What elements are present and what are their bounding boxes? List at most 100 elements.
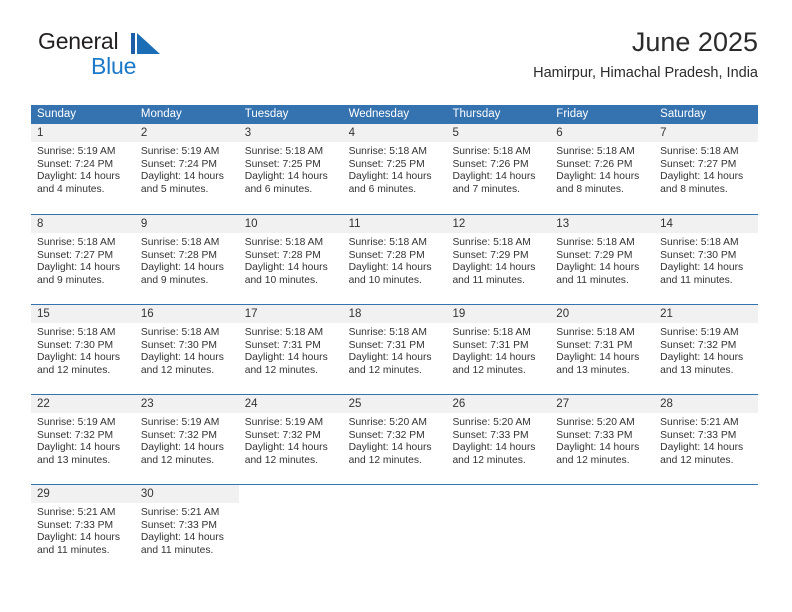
daylight-text-line1: Daylight: 14 hours xyxy=(660,262,744,274)
day-number: 14 xyxy=(660,218,673,230)
daylight-text-line1: Daylight: 14 hours xyxy=(660,352,744,364)
day-number: 26 xyxy=(452,398,466,410)
day-number-band: 8 xyxy=(31,215,135,233)
day-cell[interactable]: 20 Sunrise: 5:18 AM Sunset: 7:31 PM Dayl… xyxy=(550,305,655,394)
day-details: Sunrise: 5:18 AM Sunset: 7:29 PM Dayligh… xyxy=(550,233,654,287)
daylight-text-line1: Daylight: 14 hours xyxy=(37,352,120,364)
day-cell[interactable]: 28 Sunrise: 5:21 AM Sunset: 7:33 PM Dayl… xyxy=(654,395,759,484)
daylight-text-line2: and 12 minutes. xyxy=(244,454,318,466)
sunset-text: Sunset: 7:28 PM xyxy=(140,249,217,261)
day-cell[interactable]: 14 Sunrise: 5:18 AM Sunset: 7:30 PM Dayl… xyxy=(654,215,759,304)
daylight-text-line1: Daylight: 14 hours xyxy=(348,171,432,183)
sunset-text: Sunset: 7:31 PM xyxy=(348,339,425,351)
day-number-band xyxy=(550,485,654,503)
sunset-text: Sunset: 7:30 PM xyxy=(660,249,737,261)
day-details: Sunrise: 5:18 AM Sunset: 7:31 PM Dayligh… xyxy=(550,323,654,377)
day-cell[interactable]: 15 Sunrise: 5:18 AM Sunset: 7:30 PM Dayl… xyxy=(31,305,135,394)
day-number-band: 19 xyxy=(446,305,551,323)
day-cell[interactable]: 13 Sunrise: 5:18 AM Sunset: 7:29 PM Dayl… xyxy=(550,215,655,304)
day-cell[interactable]: 25 Sunrise: 5:20 AM Sunset: 7:32 PM Dayl… xyxy=(342,395,447,484)
day-cell[interactable]: 29 Sunrise: 5:21 AM Sunset: 7:33 PM Dayl… xyxy=(31,485,135,568)
day-cell[interactable]: 19 Sunrise: 5:18 AM Sunset: 7:31 PM Dayl… xyxy=(446,305,551,394)
day-details: Sunrise: 5:21 AM Sunset: 7:33 PM Dayligh… xyxy=(654,413,758,467)
day-cell[interactable]: 7 Sunrise: 5:18 AM Sunset: 7:27 PM Dayli… xyxy=(654,124,759,214)
daylight-text-line1: Daylight: 14 hours xyxy=(140,171,224,183)
day-number: 4 xyxy=(348,127,355,139)
day-cell[interactable]: 3 Sunrise: 5:18 AM Sunset: 7:25 PM Dayli… xyxy=(238,124,343,214)
daylight-text-line2: and 4 minutes. xyxy=(37,183,105,195)
day-cell[interactable]: 1 Sunrise: 5:19 AM Sunset: 7:24 PM Dayli… xyxy=(31,124,135,214)
day-cell[interactable]: 26 Sunrise: 5:20 AM Sunset: 7:33 PM Dayl… xyxy=(446,395,551,484)
day-cell[interactable]: 23 Sunrise: 5:19 AM Sunset: 7:32 PM Dayl… xyxy=(134,395,239,484)
sunset-text: Sunset: 7:26 PM xyxy=(556,158,633,170)
weekday-header-wednesday: Wednesday xyxy=(348,108,410,120)
day-cell[interactable]: 10 Sunrise: 5:18 AM Sunset: 7:28 PM Dayl… xyxy=(238,215,343,304)
daylight-text-line1: Daylight: 14 hours xyxy=(660,442,744,454)
sunset-text: Sunset: 7:33 PM xyxy=(140,519,217,531)
daylight-text-line1: Daylight: 14 hours xyxy=(37,262,120,274)
day-cell[interactable]: 9 Sunrise: 5:18 AM Sunset: 7:28 PM Dayli… xyxy=(134,215,239,304)
day-cell[interactable]: 27 Sunrise: 5:20 AM Sunset: 7:33 PM Dayl… xyxy=(550,395,655,484)
day-details: Sunrise: 5:19 AM Sunset: 7:32 PM Dayligh… xyxy=(135,413,239,467)
day-number-band xyxy=(239,485,343,503)
day-number: 24 xyxy=(244,398,258,410)
sunrise-text: Sunrise: 5:18 AM xyxy=(660,237,739,248)
daylight-text-line2: and 12 minutes. xyxy=(348,454,422,466)
day-number-band: 9 xyxy=(134,215,239,233)
daylight-text-line1: Daylight: 14 hours xyxy=(140,532,224,544)
day-number: 6 xyxy=(556,127,563,139)
weekday-header-friday: Friday xyxy=(556,108,589,120)
day-number: 19 xyxy=(452,308,466,320)
day-cell[interactable]: 8 Sunrise: 5:18 AM Sunset: 7:27 PM Dayli… xyxy=(31,215,135,304)
day-cell[interactable]: 2 Sunrise: 5:19 AM Sunset: 7:24 PM Dayli… xyxy=(134,124,239,214)
day-cell[interactable]: 4 Sunrise: 5:18 AM Sunset: 7:25 PM Dayli… xyxy=(342,124,447,214)
sunset-text: Sunset: 7:31 PM xyxy=(244,339,321,351)
daylight-text-line1: Daylight: 14 hours xyxy=(452,262,536,274)
day-number-band: 13 xyxy=(550,215,655,233)
daylight-text-line2: and 11 minutes. xyxy=(140,544,214,556)
sunset-text: Sunset: 7:24 PM xyxy=(140,158,217,170)
sunrise-text: Sunrise: 5:18 AM xyxy=(556,237,635,248)
daylight-text-line1: Daylight: 14 hours xyxy=(140,352,224,364)
calendar-page: General Blue June 2025 Hamirpur, Himacha… xyxy=(0,0,792,612)
day-cell[interactable]: 30 Sunrise: 5:21 AM Sunset: 7:33 PM Dayl… xyxy=(134,485,239,568)
day-details: Sunrise: 5:18 AM Sunset: 7:30 PM Dayligh… xyxy=(135,323,239,377)
daylight-text-line2: and 5 minutes. xyxy=(140,183,209,195)
brand-logo[interactable]: General Blue xyxy=(31,26,231,88)
day-cell[interactable]: 11 Sunrise: 5:18 AM Sunset: 7:28 PM Dayl… xyxy=(342,215,447,304)
daylight-text-line2: and 10 minutes. xyxy=(348,274,422,286)
daylight-text-line1: Daylight: 14 hours xyxy=(660,171,744,183)
weekday-header-tuesday: Tuesday xyxy=(244,108,289,120)
sunrise-text: Sunrise: 5:18 AM xyxy=(348,146,427,157)
daylight-text-line1: Daylight: 14 hours xyxy=(556,171,640,183)
day-cell[interactable]: 17 Sunrise: 5:18 AM Sunset: 7:31 PM Dayl… xyxy=(238,305,343,394)
daylight-text-line2: and 12 minutes. xyxy=(140,454,215,466)
day-cell[interactable]: 24 Sunrise: 5:19 AM Sunset: 7:32 PM Dayl… xyxy=(238,395,343,484)
daylight-text-line1: Daylight: 14 hours xyxy=(556,262,640,274)
day-cell-empty xyxy=(446,485,550,568)
day-cell[interactable]: 12 Sunrise: 5:18 AM Sunset: 7:29 PM Dayl… xyxy=(446,215,551,304)
day-cell[interactable]: 22 Sunrise: 5:19 AM Sunset: 7:32 PM Dayl… xyxy=(31,395,135,484)
daylight-text-line2: and 7 minutes. xyxy=(452,183,520,195)
day-number: 3 xyxy=(244,127,252,139)
daylight-text-line2: and 9 minutes. xyxy=(37,274,105,286)
sunrise-text: Sunrise: 5:20 AM xyxy=(556,417,635,428)
daylight-text-line2: and 6 minutes. xyxy=(244,183,313,195)
triangle-flag-icon xyxy=(131,33,161,55)
day-number-band: 3 xyxy=(238,124,343,142)
sunset-text: Sunset: 7:30 PM xyxy=(37,339,114,351)
sunrise-text: Sunrise: 5:18 AM xyxy=(348,237,427,248)
sunrise-text: Sunrise: 5:19 AM xyxy=(140,417,220,428)
sunset-text: Sunset: 7:32 PM xyxy=(37,429,114,441)
day-cell[interactable]: 18 Sunrise: 5:18 AM Sunset: 7:31 PM Dayl… xyxy=(342,305,447,394)
day-number-band: 7 xyxy=(654,124,759,142)
day-cell[interactable]: 21 Sunrise: 5:19 AM Sunset: 7:32 PM Dayl… xyxy=(654,305,759,394)
day-number-band: 27 xyxy=(550,395,655,413)
day-cell[interactable]: 6 Sunrise: 5:18 AM Sunset: 7:26 PM Dayli… xyxy=(550,124,655,214)
sunset-text: Sunset: 7:24 PM xyxy=(37,158,114,170)
day-cell[interactable]: 16 Sunrise: 5:18 AM Sunset: 7:30 PM Dayl… xyxy=(134,305,239,394)
daylight-text-line1: Daylight: 14 hours xyxy=(140,262,224,274)
day-number: 10 xyxy=(244,218,258,230)
day-cell[interactable]: 5 Sunrise: 5:18 AM Sunset: 7:26 PM Dayli… xyxy=(446,124,551,214)
sunset-text: Sunset: 7:27 PM xyxy=(660,158,737,170)
